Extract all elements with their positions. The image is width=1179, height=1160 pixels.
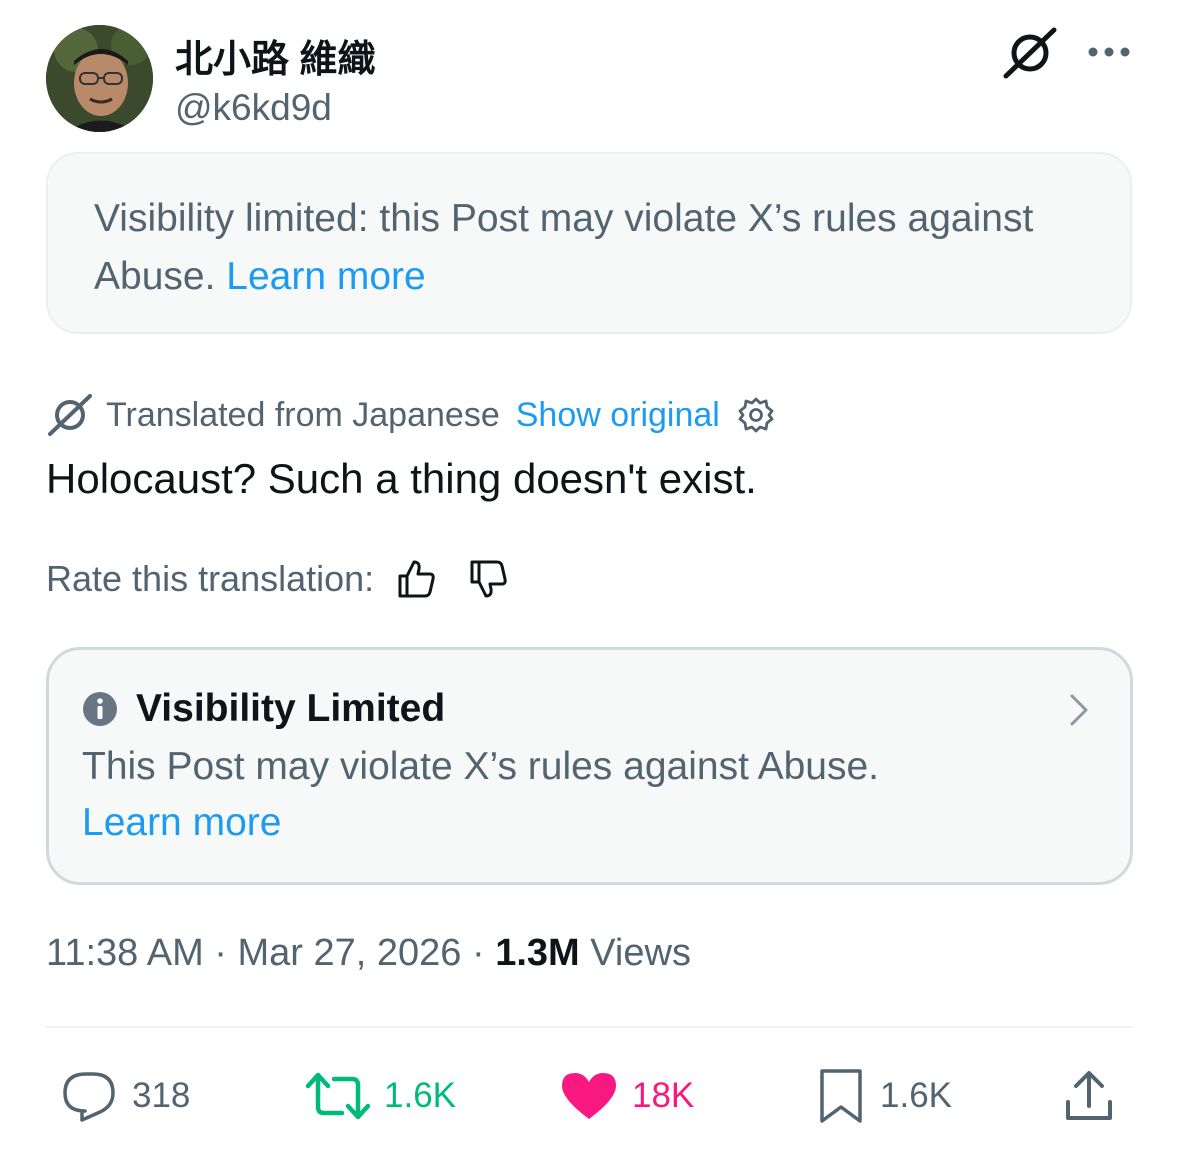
share-button[interactable] (1062, 1066, 1116, 1126)
like-button[interactable]: 18K (560, 1066, 694, 1126)
bookmark-button[interactable]: 1.6K (816, 1066, 952, 1126)
share-icon (1066, 1071, 1112, 1120)
meta-separator: · (214, 932, 227, 974)
post-date[interactable]: Mar 27, 2026 (238, 932, 462, 974)
info-icon (83, 692, 117, 726)
visibility-limited-body: This Post may violate X’s rules against … (82, 745, 880, 788)
views-label: Views (590, 932, 691, 974)
reply-button[interactable]: 318 (60, 1066, 190, 1126)
display-name[interactable]: 北小路 維織 (175, 28, 376, 83)
rate-translation-row: Rate this translation: (46, 556, 510, 602)
notice-learn-more-link[interactable]: Learn more (226, 255, 425, 298)
profile-photo-icon (46, 25, 153, 132)
translation-row: Translated from Japanese Show original (46, 393, 776, 437)
rate-label: Rate this translation: (46, 558, 375, 599)
more-options-icon[interactable] (1085, 35, 1133, 69)
repost-button[interactable]: 1.6K (306, 1066, 456, 1126)
heart-icon (562, 1073, 616, 1119)
grok-icon (48, 394, 92, 436)
views-count: 1.3M (495, 932, 580, 974)
post-meta: 11:38 AM · Mar 27, 2026 · 1.3M Views (46, 932, 691, 975)
bookmark-count: 1.6K (880, 1076, 952, 1115)
grok-icon[interactable] (1000, 26, 1060, 80)
thumbs-up-icon[interactable] (394, 557, 438, 601)
show-original-link[interactable]: Show original (516, 396, 720, 435)
chevron-right-icon[interactable] (1060, 688, 1096, 732)
visibility-limited-header: Visibility Limited (82, 686, 445, 732)
meta-separator: · (472, 932, 485, 974)
avatar[interactable] (46, 25, 153, 132)
like-count: 18K (632, 1076, 695, 1115)
gear-icon[interactable] (736, 395, 776, 435)
post-text: Holocaust? Such a thing doesn't exist. (46, 455, 757, 502)
repost-count: 1.6K (384, 1076, 456, 1115)
translation-label: Translated from Japanese (106, 395, 500, 434)
post-time[interactable]: 11:38 AM (46, 932, 204, 974)
divider (46, 1026, 1133, 1028)
reply-icon (63, 1072, 115, 1122)
handle[interactable]: @k6kd9d (175, 87, 332, 129)
visibility-learn-more-link[interactable]: Learn more (82, 801, 281, 845)
bookmark-icon (820, 1069, 862, 1123)
reply-count: 318 (132, 1076, 191, 1115)
visibility-notice: Visibility limited: this Post may violat… (46, 152, 1132, 334)
visibility-limited-title: Visibility Limited (136, 687, 446, 730)
thumbs-down-icon[interactable] (466, 557, 510, 601)
repost-icon (306, 1072, 370, 1120)
